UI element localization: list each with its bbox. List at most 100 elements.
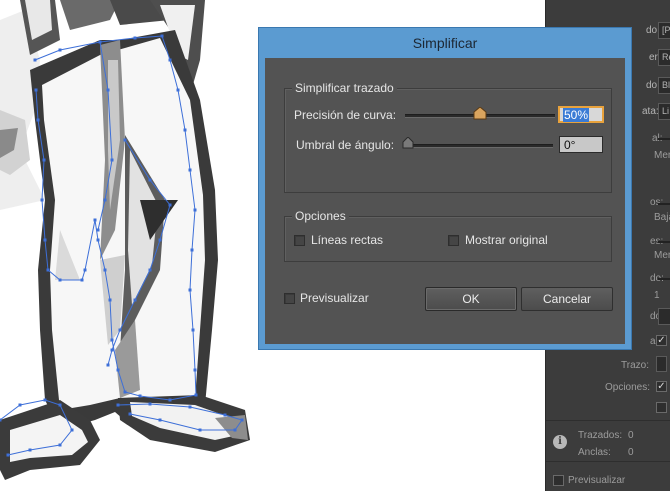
- anchor-point[interactable]: [110, 158, 114, 162]
- panel-slider[interactable]: [658, 241, 670, 243]
- panel-select[interactable]: Bl: [658, 77, 670, 94]
- anchor-point[interactable]: [96, 238, 100, 242]
- anchor-point[interactable]: [223, 413, 227, 417]
- anchor-point[interactable]: [193, 368, 197, 372]
- straight-lines-checkbox[interactable]: [294, 235, 305, 246]
- options-group-title: Opciones: [292, 209, 349, 223]
- anchor-point[interactable]: [103, 198, 107, 202]
- panel-preview-checkbox[interactable]: [553, 475, 564, 486]
- anchor-point[interactable]: [123, 138, 127, 142]
- anchor-point[interactable]: [188, 168, 192, 172]
- anchor-point[interactable]: [128, 412, 132, 416]
- preview-checkbox[interactable]: [284, 293, 295, 304]
- anchor-point[interactable]: [58, 278, 62, 282]
- anchor-point[interactable]: [148, 268, 152, 272]
- anchor-point[interactable]: [80, 278, 84, 282]
- panel-checkbox[interactable]: ✓: [656, 335, 667, 346]
- show-original-checkbox[interactable]: [448, 235, 459, 246]
- anchor-point[interactable]: [240, 418, 244, 422]
- panel-label: 1: [654, 290, 660, 301]
- anchor-point[interactable]: [33, 58, 37, 62]
- anchor-point[interactable]: [42, 158, 46, 162]
- curve-precision-thumb[interactable]: [473, 107, 487, 120]
- curve-precision-field[interactable]: 50%: [558, 106, 604, 123]
- anchor-point[interactable]: [116, 368, 120, 372]
- anchor-point[interactable]: [168, 203, 172, 207]
- anchor-point[interactable]: [133, 298, 137, 302]
- anchor-point[interactable]: [34, 88, 38, 92]
- anchor-point[interactable]: [190, 248, 194, 252]
- angle-threshold-slider[interactable]: [405, 144, 553, 148]
- paths-label: Trazados:: [578, 430, 623, 441]
- anchor-point[interactable]: [158, 238, 162, 242]
- anchor-point[interactable]: [110, 338, 114, 342]
- anchor-point[interactable]: [40, 198, 44, 202]
- anchor-point[interactable]: [6, 453, 10, 457]
- anchor-point[interactable]: [70, 428, 74, 432]
- anchor-point[interactable]: [148, 178, 152, 182]
- panel-select[interactable]: Li: [658, 103, 670, 120]
- anchor-point[interactable]: [108, 298, 112, 302]
- panel-checkbox[interactable]: [656, 402, 667, 413]
- panel-select[interactable]: [P: [658, 22, 670, 39]
- panel-label-opciones: Opciones:: [605, 382, 651, 393]
- ok-button[interactable]: OK: [425, 287, 517, 311]
- anchor-point[interactable]: [58, 443, 62, 447]
- anchor-point[interactable]: [193, 208, 197, 212]
- anchor-point[interactable]: [118, 328, 122, 332]
- dialog-body: Simplificar trazado Precisión de curva: …: [265, 58, 625, 344]
- anchor-point[interactable]: [123, 390, 127, 394]
- anchor-point[interactable]: [188, 405, 192, 409]
- dialog-title[interactable]: Simplificar: [259, 28, 631, 58]
- cancel-button[interactable]: Cancelar: [521, 287, 613, 311]
- panel-slider[interactable]: [658, 138, 670, 140]
- anchor-point[interactable]: [116, 403, 120, 407]
- anchor-point[interactable]: [110, 348, 114, 352]
- anchor-point[interactable]: [188, 288, 192, 292]
- anchor-point[interactable]: [58, 48, 62, 52]
- panel-slider[interactable]: [658, 278, 670, 280]
- anchor-point[interactable]: [133, 36, 137, 40]
- anchor-point[interactable]: [138, 394, 142, 398]
- anchor-point[interactable]: [148, 402, 152, 406]
- anchor-point[interactable]: [96, 228, 100, 232]
- anchor-point[interactable]: [176, 88, 180, 92]
- anchor-point[interactable]: [233, 428, 237, 432]
- anchor-point[interactable]: [0, 418, 2, 422]
- panel-select[interactable]: Re: [658, 49, 670, 66]
- panel-checkbox[interactable]: ✓: [656, 381, 667, 392]
- anchor-point[interactable]: [18, 403, 22, 407]
- anchor-point[interactable]: [183, 128, 187, 132]
- panel-label: Mer: [654, 250, 670, 261]
- anchor-point[interactable]: [194, 393, 198, 397]
- anchor-point[interactable]: [106, 363, 110, 367]
- anchor-point[interactable]: [43, 238, 47, 242]
- curve-precision-value: 50%: [563, 108, 590, 122]
- info-icon: i: [553, 435, 567, 449]
- anchor-point[interactable]: [93, 218, 97, 222]
- anchor-point[interactable]: [168, 58, 172, 62]
- anchor-point[interactable]: [36, 118, 40, 122]
- simplify-path-group: Simplificar trazado Precisión de curva: …: [284, 81, 612, 193]
- anchor-point[interactable]: [106, 88, 110, 92]
- anchor-point[interactable]: [43, 398, 47, 402]
- panel-stepper[interactable]: [656, 356, 667, 372]
- panel-color-swatch[interactable]: [658, 308, 670, 325]
- anchor-point[interactable]: [160, 34, 164, 38]
- anchor-point[interactable]: [158, 418, 162, 422]
- panel-slider[interactable]: [658, 203, 670, 205]
- anchors-value: 0: [628, 447, 634, 458]
- anchor-point[interactable]: [58, 403, 62, 407]
- panel-label-trazo: Trazo:: [621, 360, 649, 371]
- anchor-point[interactable]: [198, 428, 202, 432]
- anchors-label: Anclas:: [578, 447, 611, 458]
- anchor-point[interactable]: [103, 268, 107, 272]
- anchor-point[interactable]: [46, 268, 50, 272]
- anchor-point[interactable]: [168, 398, 172, 402]
- angle-threshold-thumb[interactable]: [402, 137, 414, 149]
- anchor-point[interactable]: [83, 268, 87, 272]
- anchor-point[interactable]: [191, 328, 195, 332]
- anchor-point[interactable]: [98, 40, 102, 44]
- anchor-point[interactable]: [28, 448, 32, 452]
- angle-threshold-field[interactable]: 0°: [559, 136, 603, 153]
